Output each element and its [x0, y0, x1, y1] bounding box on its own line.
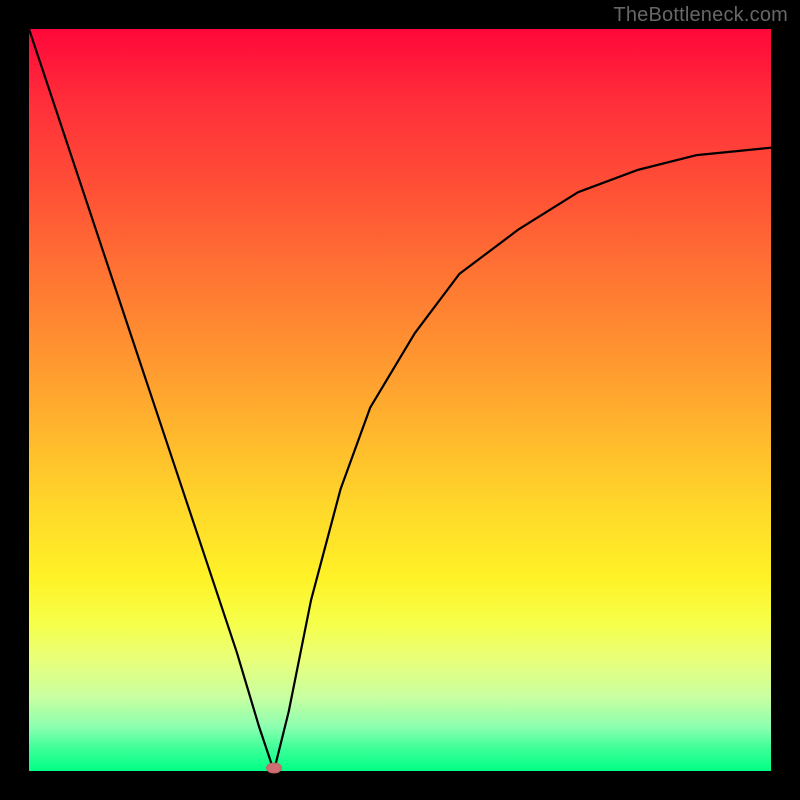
curve-layer: [29, 29, 771, 771]
chart-stage: TheBottleneck.com: [0, 0, 800, 800]
notch-marker: [266, 763, 282, 774]
plot-area: [29, 29, 771, 771]
bottleneck-curve: [29, 29, 771, 771]
watermark-label: TheBottleneck.com: [613, 4, 788, 27]
